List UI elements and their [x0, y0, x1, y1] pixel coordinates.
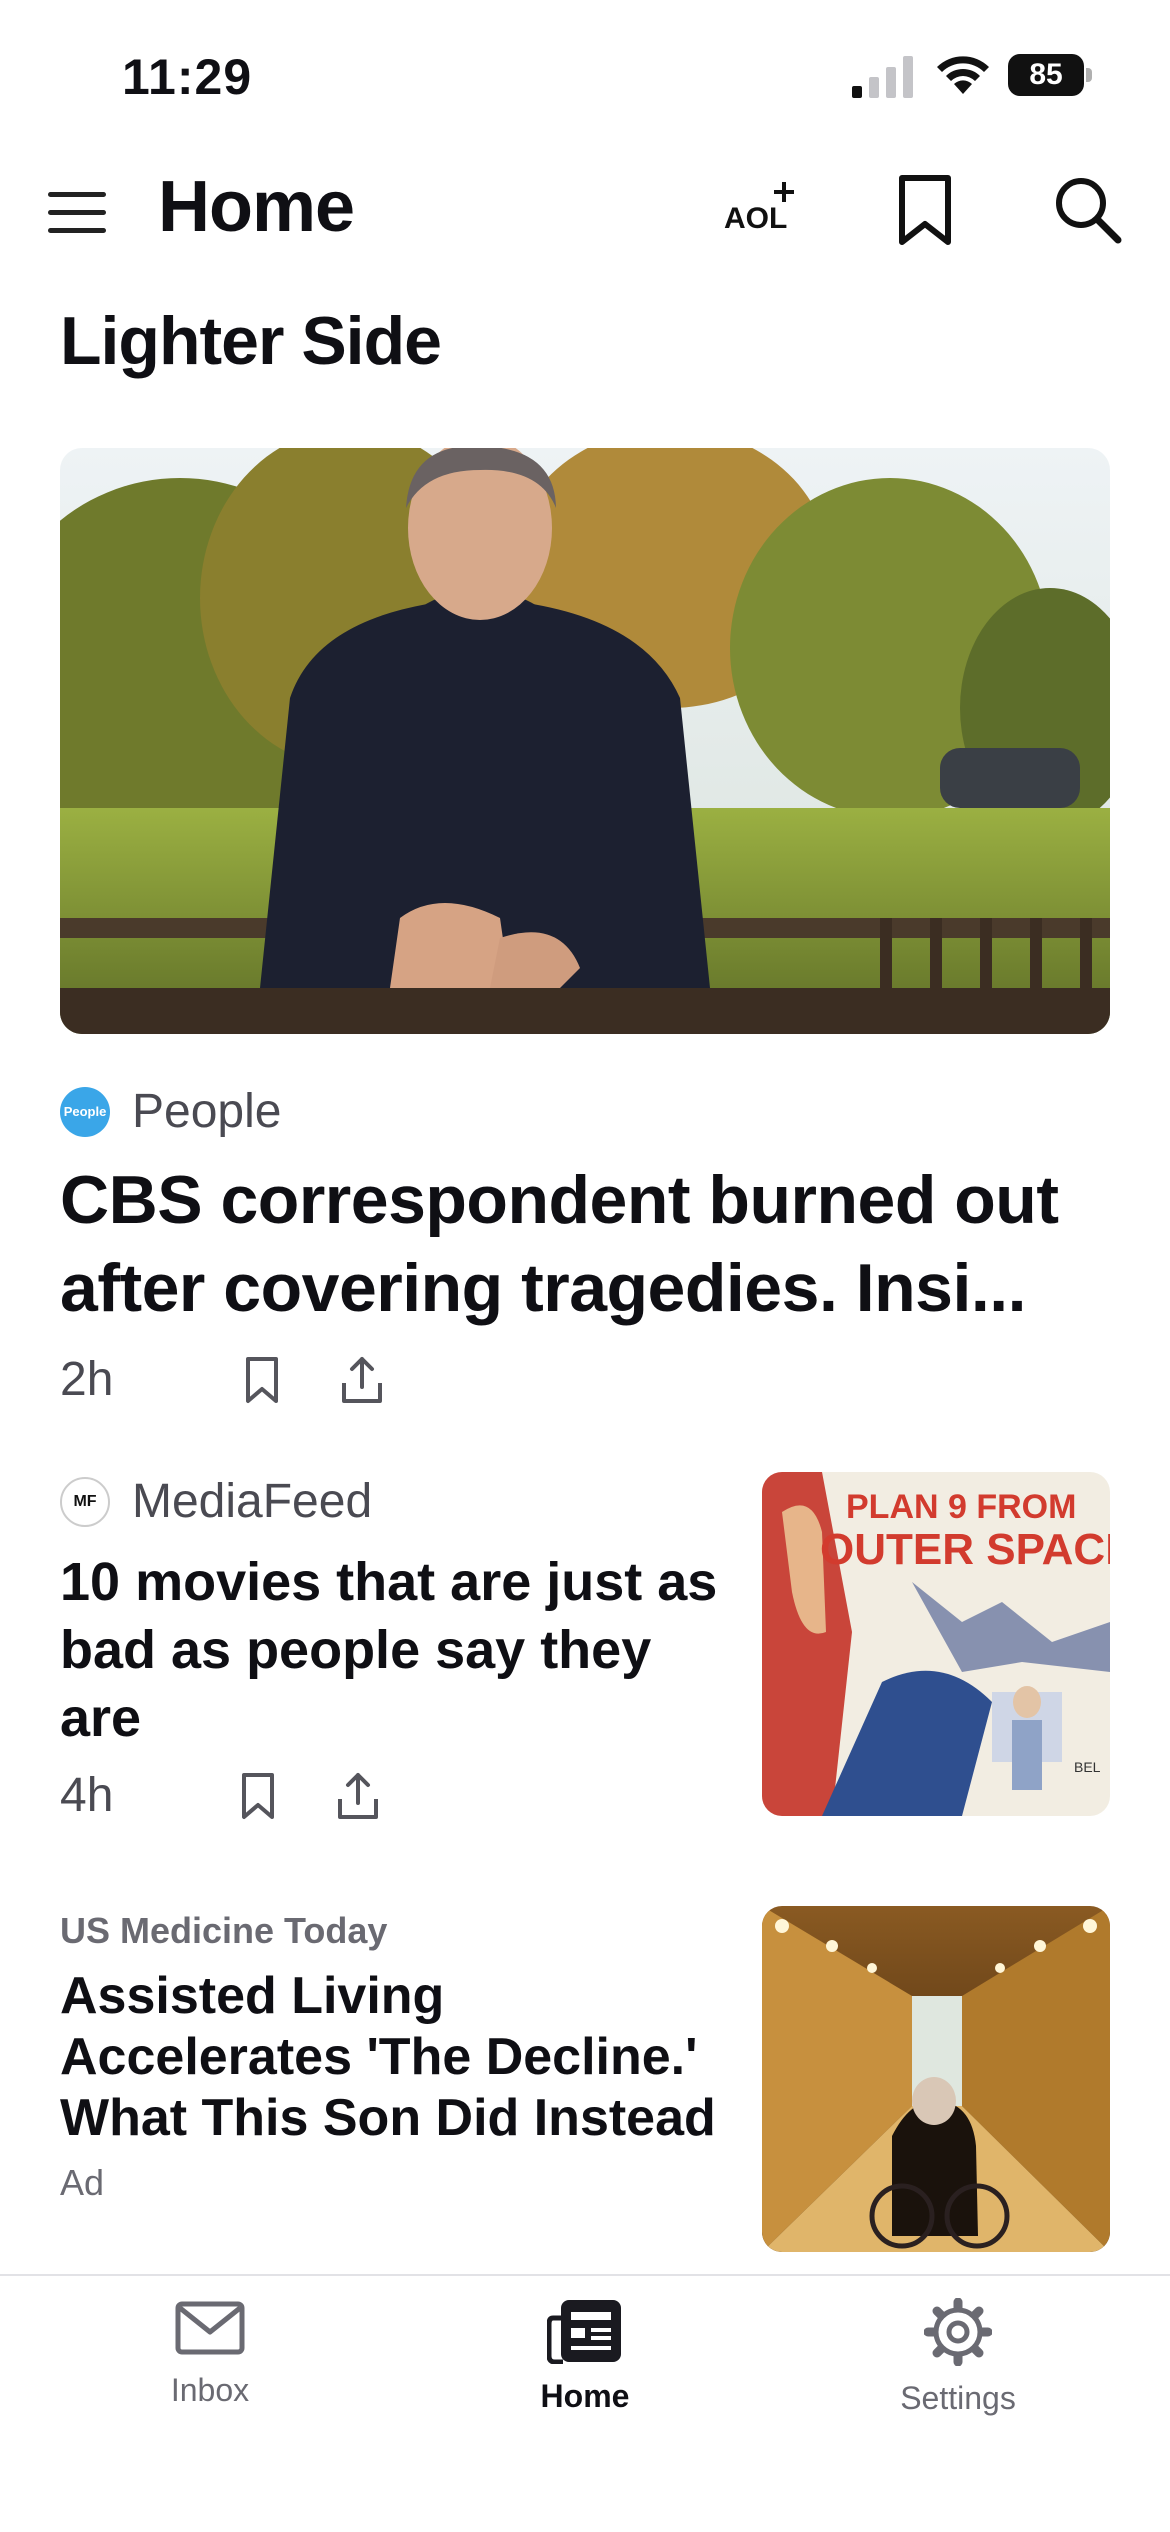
- tab-label: Home: [540, 2378, 630, 2414]
- bottom-tab-bar: Inbox Home Settings: [0, 2274, 1170, 2532]
- card-thumbnail[interactable]: PLAN 9 FROM OUTER SPACE BEL: [762, 1472, 1110, 1816]
- card-headline[interactable]: 10 movies that are just as bad as people…: [60, 1548, 720, 1752]
- hero-photo: [60, 448, 1110, 1034]
- mail-icon: [175, 2301, 245, 2355]
- page-title: Home: [158, 167, 355, 247]
- poster-title-1: PLAN 9 FROM: [846, 1488, 1076, 1526]
- signal-icon: [852, 56, 913, 98]
- tab-label: Settings: [900, 2380, 1016, 2416]
- hero-meta: 2h: [60, 1352, 384, 1407]
- hero-time: 2h: [60, 1353, 114, 1406]
- card-time: 4h: [60, 1769, 114, 1822]
- tab-inbox[interactable]: Inbox: [100, 2298, 320, 2409]
- movie-poster-image: PLAN 9 FROM OUTER SPACE BEL: [762, 1472, 1110, 1816]
- section-title: Lighter Side: [60, 303, 442, 379]
- hero-headline[interactable]: CBS correspondent burned out after cover…: [60, 1156, 1130, 1332]
- poster-title-2: OUTER SPACE: [820, 1525, 1110, 1574]
- ad-headline[interactable]: Assisted Living Accelerates 'The Decline…: [60, 1966, 720, 2149]
- bookmark-icon[interactable]: [240, 1355, 284, 1405]
- hero-article-image[interactable]: [60, 448, 1110, 1034]
- tab-settings[interactable]: Settings: [848, 2298, 1068, 2417]
- card-source-name: MediaFeed: [132, 1475, 373, 1528]
- wifi-icon: [937, 56, 989, 94]
- people-logo-icon: People: [60, 1086, 110, 1137]
- battery-icon: 85: [1008, 54, 1092, 96]
- hero-source-name: People: [132, 1085, 282, 1138]
- mediafeed-logo-icon: MF: [60, 1476, 110, 1527]
- hero-source[interactable]: People People: [60, 1084, 281, 1139]
- ad-source[interactable]: US Medicine Today: [60, 1910, 387, 1952]
- aol-plus-icon[interactable]: AOL: [722, 178, 802, 240]
- menu-icon[interactable]: [46, 180, 110, 242]
- gear-icon: [924, 2298, 992, 2366]
- ad-label: Ad: [60, 2162, 105, 2203]
- hallway-image: [762, 1906, 1110, 2252]
- battery-level: 85: [1008, 54, 1084, 96]
- bookmark-icon[interactable]: [896, 172, 954, 248]
- app-screen: 11:29 85 Home AOL Lighter Side People Pe…: [0, 0, 1170, 2532]
- tab-home[interactable]: Home: [475, 2298, 695, 2415]
- app-header: Home AOL: [0, 160, 1170, 270]
- share-icon[interactable]: [340, 1355, 384, 1405]
- ad-thumbnail[interactable]: [762, 1906, 1110, 2252]
- battery-tip: [1086, 68, 1092, 82]
- svg-text:AOL: AOL: [724, 202, 787, 235]
- card-source[interactable]: MF MediaFeed: [60, 1474, 372, 1529]
- tab-label: Inbox: [170, 2372, 250, 2408]
- status-time: 11:29: [122, 49, 253, 105]
- news-icon: [547, 2300, 621, 2364]
- card-meta: 4h: [60, 1768, 380, 1823]
- search-icon[interactable]: [1052, 174, 1122, 244]
- status-bar: 11:29 85: [0, 0, 1170, 150]
- svg-text:BEL: BEL: [1074, 1759, 1101, 1775]
- share-icon[interactable]: [336, 1771, 380, 1821]
- bookmark-icon[interactable]: [236, 1771, 280, 1821]
